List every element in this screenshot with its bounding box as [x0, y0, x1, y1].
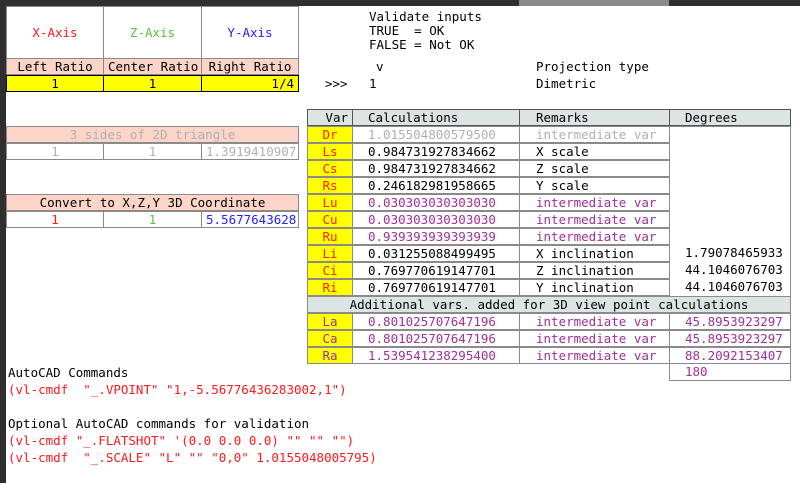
validate-line-3: FALSE = Not OK: [369, 37, 475, 52]
calculation-value[interactable]: 0.031255088499495: [352, 245, 520, 262]
convert-title[interactable]: Convert to X,Z,Y 3D Coordinate: [6, 194, 299, 211]
var-name-cs[interactable]: Cs: [307, 160, 353, 177]
remark[interactable]: Z scale: [519, 160, 670, 177]
optional-commands-title: Optional AutoCAD commands for validation: [8, 416, 310, 431]
var-name-cu[interactable]: Cu: [307, 211, 353, 228]
remark[interactable]: X scale: [519, 143, 670, 160]
calculation-value[interactable]: 0.769770619147701: [352, 262, 520, 279]
autocad-commands-title: AutoCAD Commands: [8, 365, 129, 380]
calculation-value[interactable]: 0.984731927834662: [352, 143, 520, 160]
var-name-ri[interactable]: Ri: [307, 279, 353, 296]
right-ratio-input[interactable]: 1/4: [201, 75, 299, 92]
remark[interactable]: Z inclination: [519, 262, 670, 279]
convert-y[interactable]: 5.5677643628: [201, 211, 299, 228]
remark[interactable]: Y scale: [519, 177, 670, 194]
var-name-dr[interactable]: Dr: [307, 126, 353, 143]
additional-vars-title[interactable]: Additional vars. added for 3D view point…: [307, 296, 791, 313]
projection-type-value[interactable]: Dimetric: [536, 75, 596, 92]
validate-value[interactable]: 1: [369, 75, 377, 92]
remark[interactable]: intermediate var: [519, 313, 670, 330]
degrees-value[interactable]: 44.1046076703: [669, 279, 791, 296]
var-name-ls[interactable]: Ls: [307, 143, 353, 160]
degrees-value[interactable]: 44.1046076703: [669, 262, 791, 279]
calculation-value[interactable]: 0.246182981958665: [352, 177, 520, 194]
calculation-value[interactable]: 1.539541238295400: [352, 347, 520, 364]
calculation-value[interactable]: 0.801025707647196: [352, 313, 520, 330]
calculation-value[interactable]: 1.015504800579500: [352, 126, 520, 143]
triangle-side-b[interactable]: 1: [103, 143, 202, 160]
left-ratio-label[interactable]: Left Ratio: [6, 58, 104, 75]
total-degrees[interactable]: 180: [669, 364, 791, 381]
center-ratio-input[interactable]: 1: [103, 75, 202, 92]
triangle-title[interactable]: 3 sides of 2D triangle: [6, 126, 299, 143]
triangle-side-c[interactable]: 1.3919410907: [201, 143, 299, 160]
projection-type-label: Projection type: [536, 59, 649, 74]
var-name-ra[interactable]: Ra: [307, 347, 353, 364]
calculation-value[interactable]: 0.030303030303030: [352, 194, 520, 211]
center-ratio-label[interactable]: Center Ratio: [103, 58, 202, 75]
convert-x[interactable]: 1: [6, 211, 104, 228]
convert-z[interactable]: 1: [103, 211, 202, 228]
remark[interactable]: X inclination: [519, 245, 670, 262]
degrees-value[interactable]: 45.8953923297: [669, 330, 791, 347]
degrees-value[interactable]: 88.2092153407: [669, 347, 791, 364]
x-axis-label[interactable]: X-Axis: [6, 6, 104, 59]
scale-command[interactable]: (vl-cmdf "_.SCALE" "L" "" "0,0" 1.015504…: [8, 449, 377, 466]
left-ratio-input[interactable]: 1: [6, 75, 104, 92]
calculation-value[interactable]: 0.939393939393939: [352, 228, 520, 245]
vpoint-command[interactable]: (vl-cmdf "_.VPOINT" "1,-5.56776436283002…: [8, 381, 347, 398]
validate-arrow: >>>: [325, 76, 348, 91]
var-name-lu[interactable]: Lu: [307, 194, 353, 211]
remark[interactable]: Y inclination: [519, 279, 670, 296]
var-name-rs[interactable]: Rs: [307, 177, 353, 194]
validate-marker: v: [376, 59, 384, 74]
degrees-value[interactable]: 45.8953923297: [669, 313, 791, 330]
calculation-value[interactable]: 0.030303030303030: [352, 211, 520, 228]
remark[interactable]: intermediate var: [519, 194, 670, 211]
column-g-selected[interactable]: [519, 0, 669, 6]
right-ratio-label[interactable]: Right Ratio: [201, 58, 299, 75]
remark[interactable]: intermediate var: [519, 126, 670, 143]
remark[interactable]: intermediate var: [519, 330, 670, 347]
var-name-ci[interactable]: Ci: [307, 262, 353, 279]
var-name-ca[interactable]: Ca: [307, 330, 353, 347]
triangle-side-a[interactable]: 1: [6, 143, 104, 160]
calculation-value[interactable]: 0.769770619147701: [352, 279, 520, 296]
remark[interactable]: intermediate var: [519, 347, 670, 364]
y-axis-label[interactable]: Y-Axis: [201, 6, 299, 59]
header-var[interactable]: Var: [307, 109, 353, 126]
degrees-value[interactable]: 1.79078465933: [669, 245, 791, 262]
remark[interactable]: intermediate var: [519, 211, 670, 228]
calculation-value[interactable]: 0.801025707647196: [352, 330, 520, 347]
remark[interactable]: intermediate var: [519, 228, 670, 245]
var-name-ru[interactable]: Ru: [307, 228, 353, 245]
header-degrees[interactable]: Degrees: [669, 109, 791, 126]
calculation-value[interactable]: 0.984731927834662: [352, 160, 520, 177]
var-name-li[interactable]: Li: [307, 245, 353, 262]
var-name-la[interactable]: La: [307, 313, 353, 330]
header-calculations[interactable]: Calculations: [352, 109, 520, 126]
header-remarks[interactable]: Remarks: [519, 109, 670, 126]
z-axis-label[interactable]: Z-Axis: [103, 6, 202, 59]
flatshot-command[interactable]: (vl-cmdf "_.FLATSHOT" '(0.0 0.0 0.0) "" …: [8, 432, 354, 449]
